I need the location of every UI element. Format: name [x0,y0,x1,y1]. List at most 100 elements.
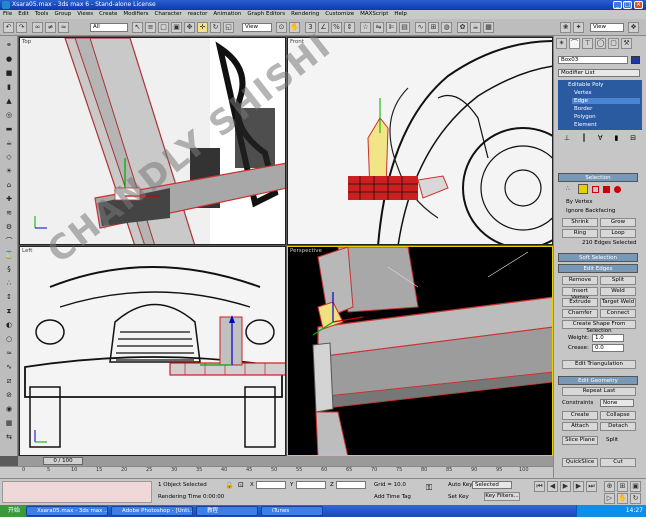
modifier-list-dropdown[interactable]: Modifier List [558,69,640,77]
quickslice-button[interactable]: QuickSlice [562,458,598,467]
menu-character[interactable]: Character [155,10,182,19]
transform-mode-icon[interactable]: ⊡ [238,481,246,489]
push-icon[interactable]: ◐ [4,320,14,330]
zoom-all-icon[interactable]: ⊞ [617,481,628,492]
minimize-button[interactable]: _ [613,1,622,9]
pivot-center-icon[interactable]: ⊙ [276,22,287,33]
menu-animation[interactable]: Animation [213,10,241,19]
mirror-mod-icon[interactable]: ⇆ [4,432,14,442]
sphere-icon[interactable]: ● [4,54,14,64]
display-tab-icon[interactable]: ▢ [608,38,619,49]
window-crossing-icon[interactable]: ▣ [171,22,182,33]
maxscript-listener[interactable] [2,481,152,503]
rollout-soft-selection[interactable]: Soft Selection [558,253,638,262]
stack-editable-poly[interactable]: Editable Poly [568,82,603,88]
quick-render-icon[interactable]: ☕ [470,22,481,33]
zoom-extents-icon[interactable]: ▣ [630,481,641,492]
task-itunes[interactable]: iTunes [261,506,323,516]
goto-end-icon[interactable]: ⏭ [586,481,597,492]
undo-icon[interactable]: ↶ [3,22,14,33]
mirror-icon[interactable]: ⇋ [373,22,384,33]
stack-vertex[interactable]: Vertex [574,90,592,96]
z-coordinate-field[interactable] [336,481,366,489]
curve-editor-icon[interactable]: ∿ [415,22,426,33]
pan-icon[interactable]: ✋ [617,493,628,504]
menu-rendering[interactable]: Rendering [291,10,319,19]
attach-button[interactable]: Attach [562,422,598,431]
activeshade-icon[interactable]: ✦ [573,22,584,33]
modify-tab-icon[interactable]: ⌒ [569,38,580,49]
stack-border[interactable]: Border [574,106,592,112]
y-coordinate-field[interactable] [296,481,326,489]
torus-icon[interactable]: ◎ [4,110,14,120]
auto-key-button[interactable]: Auto Key [448,482,473,488]
snap-toggle-icon[interactable]: 3 [305,22,316,33]
crease-spinner[interactable]: 0.0 [592,344,624,352]
menu-reactor[interactable]: reactor [188,10,208,19]
target-weld-button[interactable]: Target Weld [600,298,636,307]
object-name-field[interactable]: Box03 [558,56,628,64]
zoom-icon[interactable]: ⊕ [604,481,615,492]
shrink-button[interactable]: Shrink [562,218,598,227]
vertex-mode-icon[interactable]: ∴ [566,185,574,193]
cylinder-icon[interactable]: ▮ [4,82,14,92]
task-tutorial[interactable]: 教程 [196,506,258,516]
insert-vertex-button[interactable]: Insert Vertex [562,287,598,301]
align-icon[interactable]: ⊫ [386,22,397,33]
constraints-dropdown[interactable]: None [600,399,634,407]
relax-icon[interactable]: ○ [4,334,14,344]
collapse-button[interactable]: Collapse [600,411,636,420]
hierarchy-tab-icon[interactable]: ⊤ [582,38,593,49]
bend-icon[interactable]: ⌒ [4,236,14,246]
set-key-button[interactable]: Set Key [448,494,469,500]
render-type-icon[interactable]: ▦ [483,22,494,33]
task-3dsmax[interactable]: Xsara05.max - 3ds max ... [26,506,108,516]
schematic-view-icon[interactable]: ⊞ [428,22,439,33]
connect-button[interactable]: Connect [600,309,636,318]
ripple-icon[interactable]: ≈ [4,348,14,358]
prev-frame-icon[interactable]: ◀ [547,481,558,492]
menu-create[interactable]: Create [99,10,117,19]
select-manipulate-icon[interactable]: ✋ [289,22,300,33]
spherify-icon[interactable]: ◉ [4,404,14,414]
next-frame-icon[interactable]: ▶ [573,481,584,492]
split-button[interactable]: Split [600,276,636,285]
ring-button[interactable]: Ring [562,229,598,238]
create-shape-button[interactable]: Create Shape From Selection [562,320,636,334]
select-by-name-icon[interactable]: ≡ [145,22,156,33]
edit-triangulation-button[interactable]: Edit Triangulation [562,360,636,369]
key-mode-dropdown[interactable]: Selected [472,481,512,489]
shapes-icon[interactable]: ◇ [4,152,14,162]
slice-icon[interactable]: ⊘ [4,390,14,400]
taper-icon[interactable]: ⏳ [4,250,14,260]
key-icon[interactable]: ⚿ [426,483,440,493]
arc-rotate-icon[interactable]: ↻ [630,493,641,504]
cut-button[interactable]: Cut [600,458,636,467]
make-unique-icon[interactable]: ∀ [598,134,603,146]
utilities-tab-icon[interactable]: ⚒ [621,38,632,49]
pin-stack-icon[interactable]: ⊥ [564,134,570,146]
material-editor-icon[interactable]: ◍ [441,22,452,33]
menu-group[interactable]: Group [54,10,71,19]
menu-maxscript[interactable]: MAXScript [360,10,388,19]
redo-icon[interactable]: ↷ [16,22,27,33]
skew-icon[interactable]: ⧄ [4,376,14,386]
layer-manager-icon[interactable]: ▤ [399,22,410,33]
key-filters-button[interactable]: Key Filters... [484,492,520,501]
light-icon[interactable]: ☀ [4,166,14,176]
edge-mode-icon[interactable] [578,184,588,194]
object-color-swatch[interactable] [631,56,640,64]
detach-button[interactable]: Detach [600,422,636,431]
bind-spacewarp-icon[interactable]: ≈ [58,22,69,33]
system-icon[interactable]: ⚙ [4,222,14,232]
angle-snap-icon[interactable]: ∠ [318,22,329,33]
spacewarp-icon[interactable]: ≋ [4,208,14,218]
goto-start-icon[interactable]: ⏮ [534,481,545,492]
loop-button[interactable]: Loop [600,229,636,238]
grow-button[interactable]: Grow [600,218,636,227]
fov-icon[interactable]: ▷ [604,493,615,504]
element-mode-icon[interactable] [614,186,621,193]
quick-render-icon-2[interactable]: ❖ [628,22,639,33]
named-sel-icon[interactable]: ☆ [360,22,371,33]
stack-edge[interactable]: Edge [572,98,640,104]
